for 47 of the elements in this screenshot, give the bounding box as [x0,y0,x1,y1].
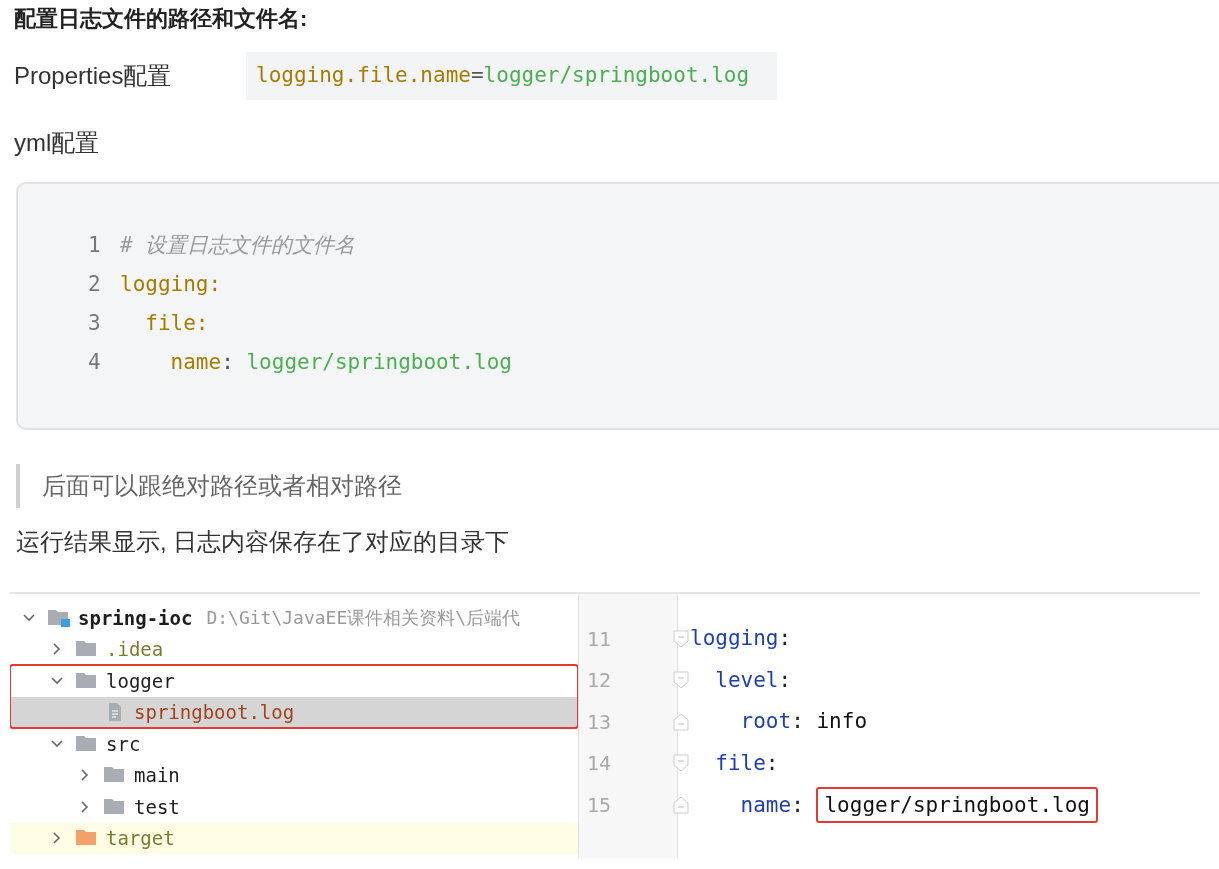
code-line: name: logger/springboot.log [169,349,512,376]
code-line: # 设置日志文件的文件名 [120,232,356,259]
line-number: 14 [587,750,612,778]
folder-icon [104,797,126,816]
code-line: logging: [690,625,792,652]
line-number: 4 [88,349,102,376]
tree-item[interactable]: target [10,822,578,854]
line-number: 12 [587,667,612,695]
folder-icon [76,640,98,659]
item-label: logger [106,668,175,694]
item-label: spring-ioc [78,605,193,631]
code-line: logging: [120,271,222,298]
line-number: 13 [587,708,612,736]
paragraph: 运行结果显示, 日志内容保存在了对应的目录下 [16,527,511,557]
tree-item[interactable]: main [10,759,578,791]
item-label: .idea [106,637,164,662]
code-line: file: [144,310,209,337]
inline-code: logging.file.name=logger/springboot.log [246,52,778,100]
label: Properties配置 [14,61,173,91]
folder-icon [76,734,98,753]
tree-item[interactable]: .idea [10,633,578,665]
code-line: level: [714,666,792,694]
folder-icon [76,671,98,690]
item-label: target [106,826,175,851]
tree-item[interactable]: src [10,728,578,760]
item-label: test [134,794,180,820]
tree-item[interactable]: logger [10,665,578,697]
tree-item[interactable]: springboot.log [10,696,578,728]
label: yml配置 [14,128,101,158]
folder-icon [76,829,98,848]
line-number: 3 [88,310,102,337]
module-icon [48,608,70,627]
line-number: 11 [587,625,612,653]
code-line: file: [714,749,779,777]
line-number: 15 [587,791,612,819]
tree-item[interactable]: spring-ioc D:\Git\JavaEE课件相关资料\后端代 [10,602,578,634]
heading: 配置日志文件的路径和文件名: [14,5,309,33]
line-number: 1 [88,232,102,259]
path-text: D:\Git\JavaEE课件相关资料\后端代 [206,606,521,631]
folder-icon [104,766,126,785]
item-label: src [106,731,141,757]
item-label: main [134,763,180,788]
line-number: 2 [88,271,102,298]
quote-text: 后面可以跟绝对路径或者相对路径 [42,472,402,499]
code-line: root: info [739,708,868,735]
tree-item[interactable]: test [10,791,578,823]
item-label: springboot.log [134,700,295,725]
